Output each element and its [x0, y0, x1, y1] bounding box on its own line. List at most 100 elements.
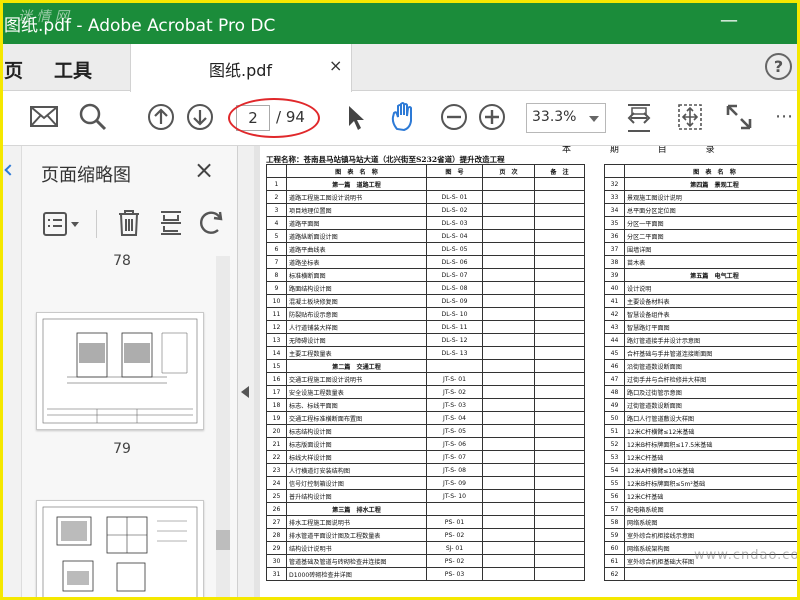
table-cell: 12	[266, 320, 287, 334]
scrollbar-thumb[interactable]	[216, 530, 230, 550]
close-icon[interactable]: ×	[194, 156, 214, 184]
table-row[interactable]: 53 12米C杆基础	[604, 450, 800, 464]
table-row[interactable]: 13 无障碍设计图 DL-S- 12	[266, 333, 585, 347]
table-row[interactable]: 45 合杆基础与手井管道连接断面图	[604, 346, 800, 360]
table-row[interactable]: 19 交通工程标准横断面布置图 JT-S- 04	[266, 411, 585, 425]
table-row[interactable]: 40 设计说明	[604, 281, 800, 295]
table-row[interactable]: 35 分区一平面图	[604, 216, 800, 230]
table-row[interactable]: 9 路面结构设计图 DL-S- 08	[266, 281, 585, 295]
select-cursor-icon[interactable]	[346, 104, 366, 132]
menu-home[interactable]: 页	[4, 56, 23, 83]
table-row[interactable]: 58 网络系统图	[604, 515, 800, 529]
toolbar: 2 / 94 33.3% ⋯	[0, 92, 800, 146]
table-row[interactable]: 20 标志结构设计图 JT-S- 05	[266, 424, 585, 438]
table-row[interactable]: 5 道路纵断面设计图 DL-S- 04	[266, 229, 585, 243]
menu-tools[interactable]: 工具	[54, 56, 92, 83]
table-row[interactable]: 32 第四篇 景观工程	[604, 177, 800, 191]
table-row[interactable]: 2 道路工程施工图设计说明书 DL-S- 01	[266, 190, 585, 204]
table-row[interactable]: 7 道路坐标表 DL-S- 06	[266, 255, 585, 269]
options-menu-icon[interactable]	[42, 210, 84, 238]
thumbnail-scrollbar[interactable]	[216, 256, 230, 600]
table-row[interactable]: 33 景观施工图设计说明	[604, 190, 800, 204]
minimize-icon[interactable]: —	[720, 10, 738, 31]
table-row[interactable]: 18 标志、标线平面图 JT-S- 03	[266, 398, 585, 412]
table-cell: 32	[604, 177, 625, 191]
table-row[interactable]: 25 普升结构设计图 JT-S- 10	[266, 489, 585, 503]
next-page-icon[interactable]	[186, 103, 214, 131]
table-cell	[482, 424, 535, 438]
close-icon[interactable]: ×	[329, 56, 342, 75]
table-cell: 沿街管道数设断面图	[624, 359, 800, 373]
table-row[interactable]: 12 人行道铺装大样图 DL-S- 11	[266, 320, 585, 334]
table-row[interactable]: 4 道路平面图 DL-S- 03	[266, 216, 585, 230]
table-row[interactable]: 43 智慧路灯平面图	[604, 320, 800, 334]
document-tab[interactable]: 图纸.pdf ×	[130, 44, 352, 92]
table-row[interactable]: 30 管道基础及管道与砖砌检查井连接图 PS- 02	[266, 554, 585, 568]
table-row[interactable]: 39 第五篇 电气工程	[604, 268, 800, 282]
table-row[interactable]: 11 防裂贴布设示意图 DL-S- 10	[266, 307, 585, 321]
table-row[interactable]: 59 室外综合机柜接线示意图	[604, 528, 800, 542]
table-row[interactable]: 6 道路平曲线表 DL-S- 05	[266, 242, 585, 256]
table-row[interactable]: 34 总平面分区定位图	[604, 203, 800, 217]
table-cell	[482, 177, 535, 191]
zoom-in-icon[interactable]	[478, 103, 506, 131]
table-cell: 12米A杆横臂≤10米基础	[624, 463, 800, 477]
table-row[interactable]: 23 人行横道灯安装结构图 JT-S- 08	[266, 463, 585, 477]
table-row[interactable]: 55 12米B杆标牌面积≤5m²基础	[604, 476, 800, 490]
table-cell	[482, 307, 535, 321]
table-row[interactable]: 57 配电箱系统图	[604, 502, 800, 516]
table-row[interactable]: 47 过街手井与合杆检修井大样图	[604, 372, 800, 386]
table-row[interactable]: 56 12米C杆基础	[604, 489, 800, 503]
fit-width-icon[interactable]	[626, 101, 652, 135]
table-row[interactable]: 62	[604, 567, 800, 581]
table-row[interactable]: 46 沿街管道数设断面图	[604, 359, 800, 373]
previous-page-icon[interactable]	[147, 103, 175, 131]
more-options-icon[interactable]: ⋯	[775, 106, 794, 127]
table-row[interactable]: 22 标线大样设计图 JT-S- 07	[266, 450, 585, 464]
table-row[interactable]: 49 过街管道数设断面图	[604, 398, 800, 412]
table-row[interactable]: 37 围墙详图	[604, 242, 800, 256]
table-row[interactable]: 31 D1000砖砌检查井详图 PS- 03	[266, 567, 585, 581]
full-screen-icon[interactable]	[725, 103, 753, 131]
table-row[interactable]: 52 12米B杆标牌面积≤17.5米基础	[604, 437, 800, 451]
table-cell: DL-S- 09	[426, 294, 483, 308]
table-cell: JT-S- 08	[426, 463, 483, 477]
table-row[interactable]: 16 交通工程施工图设计说明书 JT-S- 01	[266, 372, 585, 386]
email-icon[interactable]	[30, 102, 58, 132]
table-row[interactable]: 10 混凝土板块修复图 DL-S- 09	[266, 294, 585, 308]
help-icon[interactable]: ?	[765, 53, 792, 80]
table-row[interactable]: 3 项目地理位置图 DL-S- 02	[266, 203, 585, 217]
chevron-left-icon[interactable]	[4, 164, 16, 176]
table-row[interactable]: 48 路口及过街管示意图	[604, 385, 800, 399]
table-row[interactable]: 41 主要设备材料表	[604, 294, 800, 308]
zoom-out-icon[interactable]	[440, 103, 468, 131]
table-row[interactable]: 42 智慧设备组件表	[604, 307, 800, 321]
table-row[interactable]: 36 分区二平面图	[604, 229, 800, 243]
table-row[interactable]: 24 信号灯控制箱设计图 JT-S- 09	[266, 476, 585, 490]
table-row[interactable]: 15 第二篇 交通工程	[266, 359, 585, 373]
table-row[interactable]: 14 主要工程数量表 DL-S- 13	[266, 346, 585, 360]
trash-icon[interactable]	[116, 208, 142, 238]
table-row[interactable]: 50 路口人行管道敷设大样图	[604, 411, 800, 425]
table-row[interactable]: 54 12米A杆横臂≤10米基础	[604, 463, 800, 477]
table-row[interactable]: 44 路灯管道接手井设计示意图	[604, 333, 800, 347]
table-row[interactable]: 28 排水管道平面设计图及工程数量表 PS- 02	[266, 528, 585, 542]
table-row[interactable]: 29 结构设计说明书 SJ- 01	[266, 541, 585, 555]
table-row[interactable]: 26 第三篇 排水工程	[266, 502, 585, 516]
panel-collapse-handle[interactable]	[238, 146, 254, 600]
search-icon[interactable]	[79, 102, 107, 132]
table-row[interactable]: 1 第一篇 道路工程	[266, 177, 585, 191]
extract-page-icon[interactable]	[158, 208, 184, 238]
rotate-icon[interactable]	[198, 208, 226, 238]
table-row[interactable]: 8 标准横断面图 DL-S- 07	[266, 268, 585, 282]
thumbnail-page[interactable]	[36, 500, 204, 600]
table-row[interactable]: 51 12米C杆横臂≤12米基础	[604, 424, 800, 438]
table-row[interactable]: 38 苗木表	[604, 255, 800, 269]
table-row[interactable]: 21 标志版面设计图 JT-S- 06	[266, 437, 585, 451]
hand-tool-icon[interactable]	[389, 101, 419, 133]
thumbnail-page[interactable]	[36, 312, 204, 430]
fit-page-icon[interactable]	[676, 102, 704, 132]
table-row[interactable]: 17 安全设施工程数量表 JT-S- 02	[266, 385, 585, 399]
zoom-select[interactable]: 33.3%	[526, 103, 606, 133]
table-row[interactable]: 27 排水工程施工图说明书 PS- 01	[266, 515, 585, 529]
